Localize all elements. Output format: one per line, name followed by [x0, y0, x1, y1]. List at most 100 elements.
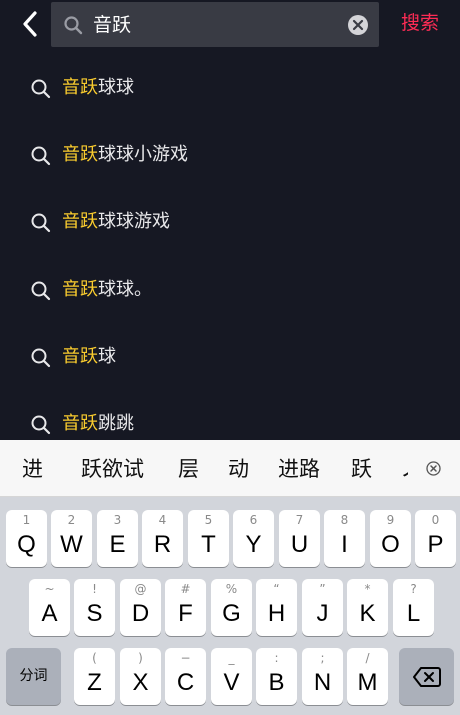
- backspace-key[interactable]: [399, 648, 454, 705]
- key-label: O: [381, 531, 400, 558]
- key-label: Y: [245, 531, 262, 558]
- key-c[interactable]: − C: [165, 648, 206, 705]
- key-sub-label: :: [274, 651, 279, 665]
- key-sub-label: ~: [44, 582, 55, 596]
- key-sub-label: −: [180, 651, 191, 665]
- key-label: P: [427, 531, 444, 558]
- candidate-word[interactable]: ノ: [400, 456, 408, 482]
- candidate-word[interactable]: 跃: [351, 456, 372, 482]
- suggestion-text: 音跃跳跳: [62, 412, 134, 436]
- key-s[interactable]: ! S: [74, 579, 115, 636]
- search-header: 音跃 搜索: [0, 0, 460, 50]
- suggestion-highlight: 音跃: [62, 413, 98, 434]
- key-label: N: [313, 669, 332, 696]
- key-o[interactable]: 9 O: [370, 510, 411, 567]
- key-sub-label: 7: [295, 513, 304, 527]
- candidate-word[interactable]: 进: [22, 456, 43, 482]
- key-label: J: [316, 600, 329, 627]
- key-k[interactable]: * K: [347, 579, 388, 636]
- key-label: L: [406, 600, 421, 627]
- suggestion-text: 音跃球球: [62, 76, 134, 100]
- candidate-word[interactable]: 进路: [278, 456, 320, 482]
- suggestion-item[interactable]: 音跃球球。: [0, 270, 460, 310]
- key-sub-label: 5: [204, 513, 213, 527]
- key-sub-label: !: [92, 582, 97, 596]
- search-icon: [31, 146, 51, 166]
- suggestion-item[interactable]: 音跃球球游戏: [0, 202, 460, 242]
- key-v[interactable]: _ V: [211, 648, 252, 705]
- key-sub-label: “: [273, 582, 280, 596]
- key-sub-label: %: [225, 582, 238, 596]
- key-z[interactable]: ( Z: [74, 648, 115, 705]
- key-sub-label: /: [365, 651, 370, 665]
- suggestion-item[interactable]: 音跃球: [0, 337, 460, 377]
- key-label: F: [178, 600, 193, 627]
- key-e[interactable]: 3 E: [97, 510, 138, 567]
- candidate-word[interactable]: 跃欲试: [81, 456, 144, 482]
- key-x[interactable]: ) X: [120, 648, 161, 705]
- search-input[interactable]: 音跃: [51, 2, 379, 47]
- key-label: H: [267, 600, 286, 627]
- key-p[interactable]: 0 P: [415, 510, 456, 567]
- key-sub-label: ?: [410, 582, 417, 596]
- key-i[interactable]: 8 I: [324, 510, 365, 567]
- key-d[interactable]: @ D: [120, 579, 161, 636]
- key-label: Q: [17, 531, 36, 558]
- search-icon: [31, 348, 51, 368]
- suggestion-highlight: 音跃: [62, 346, 98, 367]
- key-n[interactable]: ; N: [302, 648, 343, 705]
- key-label: M: [357, 669, 378, 696]
- clear-circle-icon[interactable]: [347, 14, 369, 36]
- search-icon: [31, 415, 51, 435]
- split-word-key[interactable]: 分词: [6, 648, 61, 705]
- key-label: R: [153, 531, 172, 558]
- suggestion-text: 音跃球球。: [62, 278, 152, 302]
- key-w[interactable]: 2 W: [51, 510, 92, 567]
- key-sub-label: *: [364, 582, 371, 596]
- key-l[interactable]: ? L: [393, 579, 434, 636]
- key-sub-label: 9: [386, 513, 395, 527]
- key-label: A: [41, 600, 58, 627]
- key-sub-label: 8: [340, 513, 349, 527]
- suggestion-highlight: 音跃: [62, 211, 98, 232]
- suggestion-item[interactable]: 音跃球球: [0, 68, 460, 108]
- key-label: W: [60, 531, 83, 558]
- key-label: I: [341, 531, 348, 558]
- key-sub-label: ;: [320, 651, 325, 665]
- key-sub-label: _: [228, 651, 235, 665]
- split-word-key-label: 分词: [19, 668, 48, 684]
- search-query-text[interactable]: 音跃: [93, 13, 131, 37]
- suggestion-item[interactable]: 音跃球球小游戏: [0, 135, 460, 175]
- key-g[interactable]: % G: [211, 579, 252, 636]
- suggestion-highlight: 音跃: [62, 77, 98, 98]
- key-u[interactable]: 7 U: [279, 510, 320, 567]
- key-label: K: [359, 600, 376, 627]
- key-b[interactable]: : B: [256, 648, 297, 705]
- key-sub-label: (: [92, 651, 97, 665]
- key-a[interactable]: ~ A: [29, 579, 70, 636]
- key-h[interactable]: “ H: [256, 579, 297, 636]
- key-t[interactable]: 5 T: [188, 510, 229, 567]
- key-sub-label: 4: [158, 513, 167, 527]
- key-f[interactable]: # F: [165, 579, 206, 636]
- candidate-word[interactable]: 层: [178, 456, 199, 482]
- suggestion-highlight: 音跃: [62, 144, 98, 165]
- key-sub-label: 0: [431, 513, 440, 527]
- suggestion-rest: 球球游戏: [98, 211, 170, 232]
- key-q[interactable]: 1 Q: [6, 510, 47, 567]
- key-label: T: [201, 531, 216, 558]
- key-r[interactable]: 4 R: [142, 510, 183, 567]
- key-sub-label: ): [138, 651, 143, 665]
- close-circle-icon[interactable]: [426, 461, 441, 476]
- key-j[interactable]: ” J: [302, 579, 343, 636]
- suggestion-item[interactable]: 音跃跳跳: [0, 404, 460, 444]
- backspace-icon: [413, 667, 441, 687]
- key-label: B: [268, 669, 285, 696]
- search-button[interactable]: 搜索: [401, 11, 439, 35]
- chevron-left-icon[interactable]: [16, 9, 44, 39]
- keyboard: 1 Q 2 W 3 E 4 R 5 T 6 Y 7 U 8 I 9 O 0 P …: [0, 497, 460, 715]
- candidate-word[interactable]: 动: [228, 456, 249, 482]
- key-y[interactable]: 6 Y: [233, 510, 274, 567]
- key-label: C: [176, 669, 195, 696]
- key-m[interactable]: / M: [347, 648, 388, 705]
